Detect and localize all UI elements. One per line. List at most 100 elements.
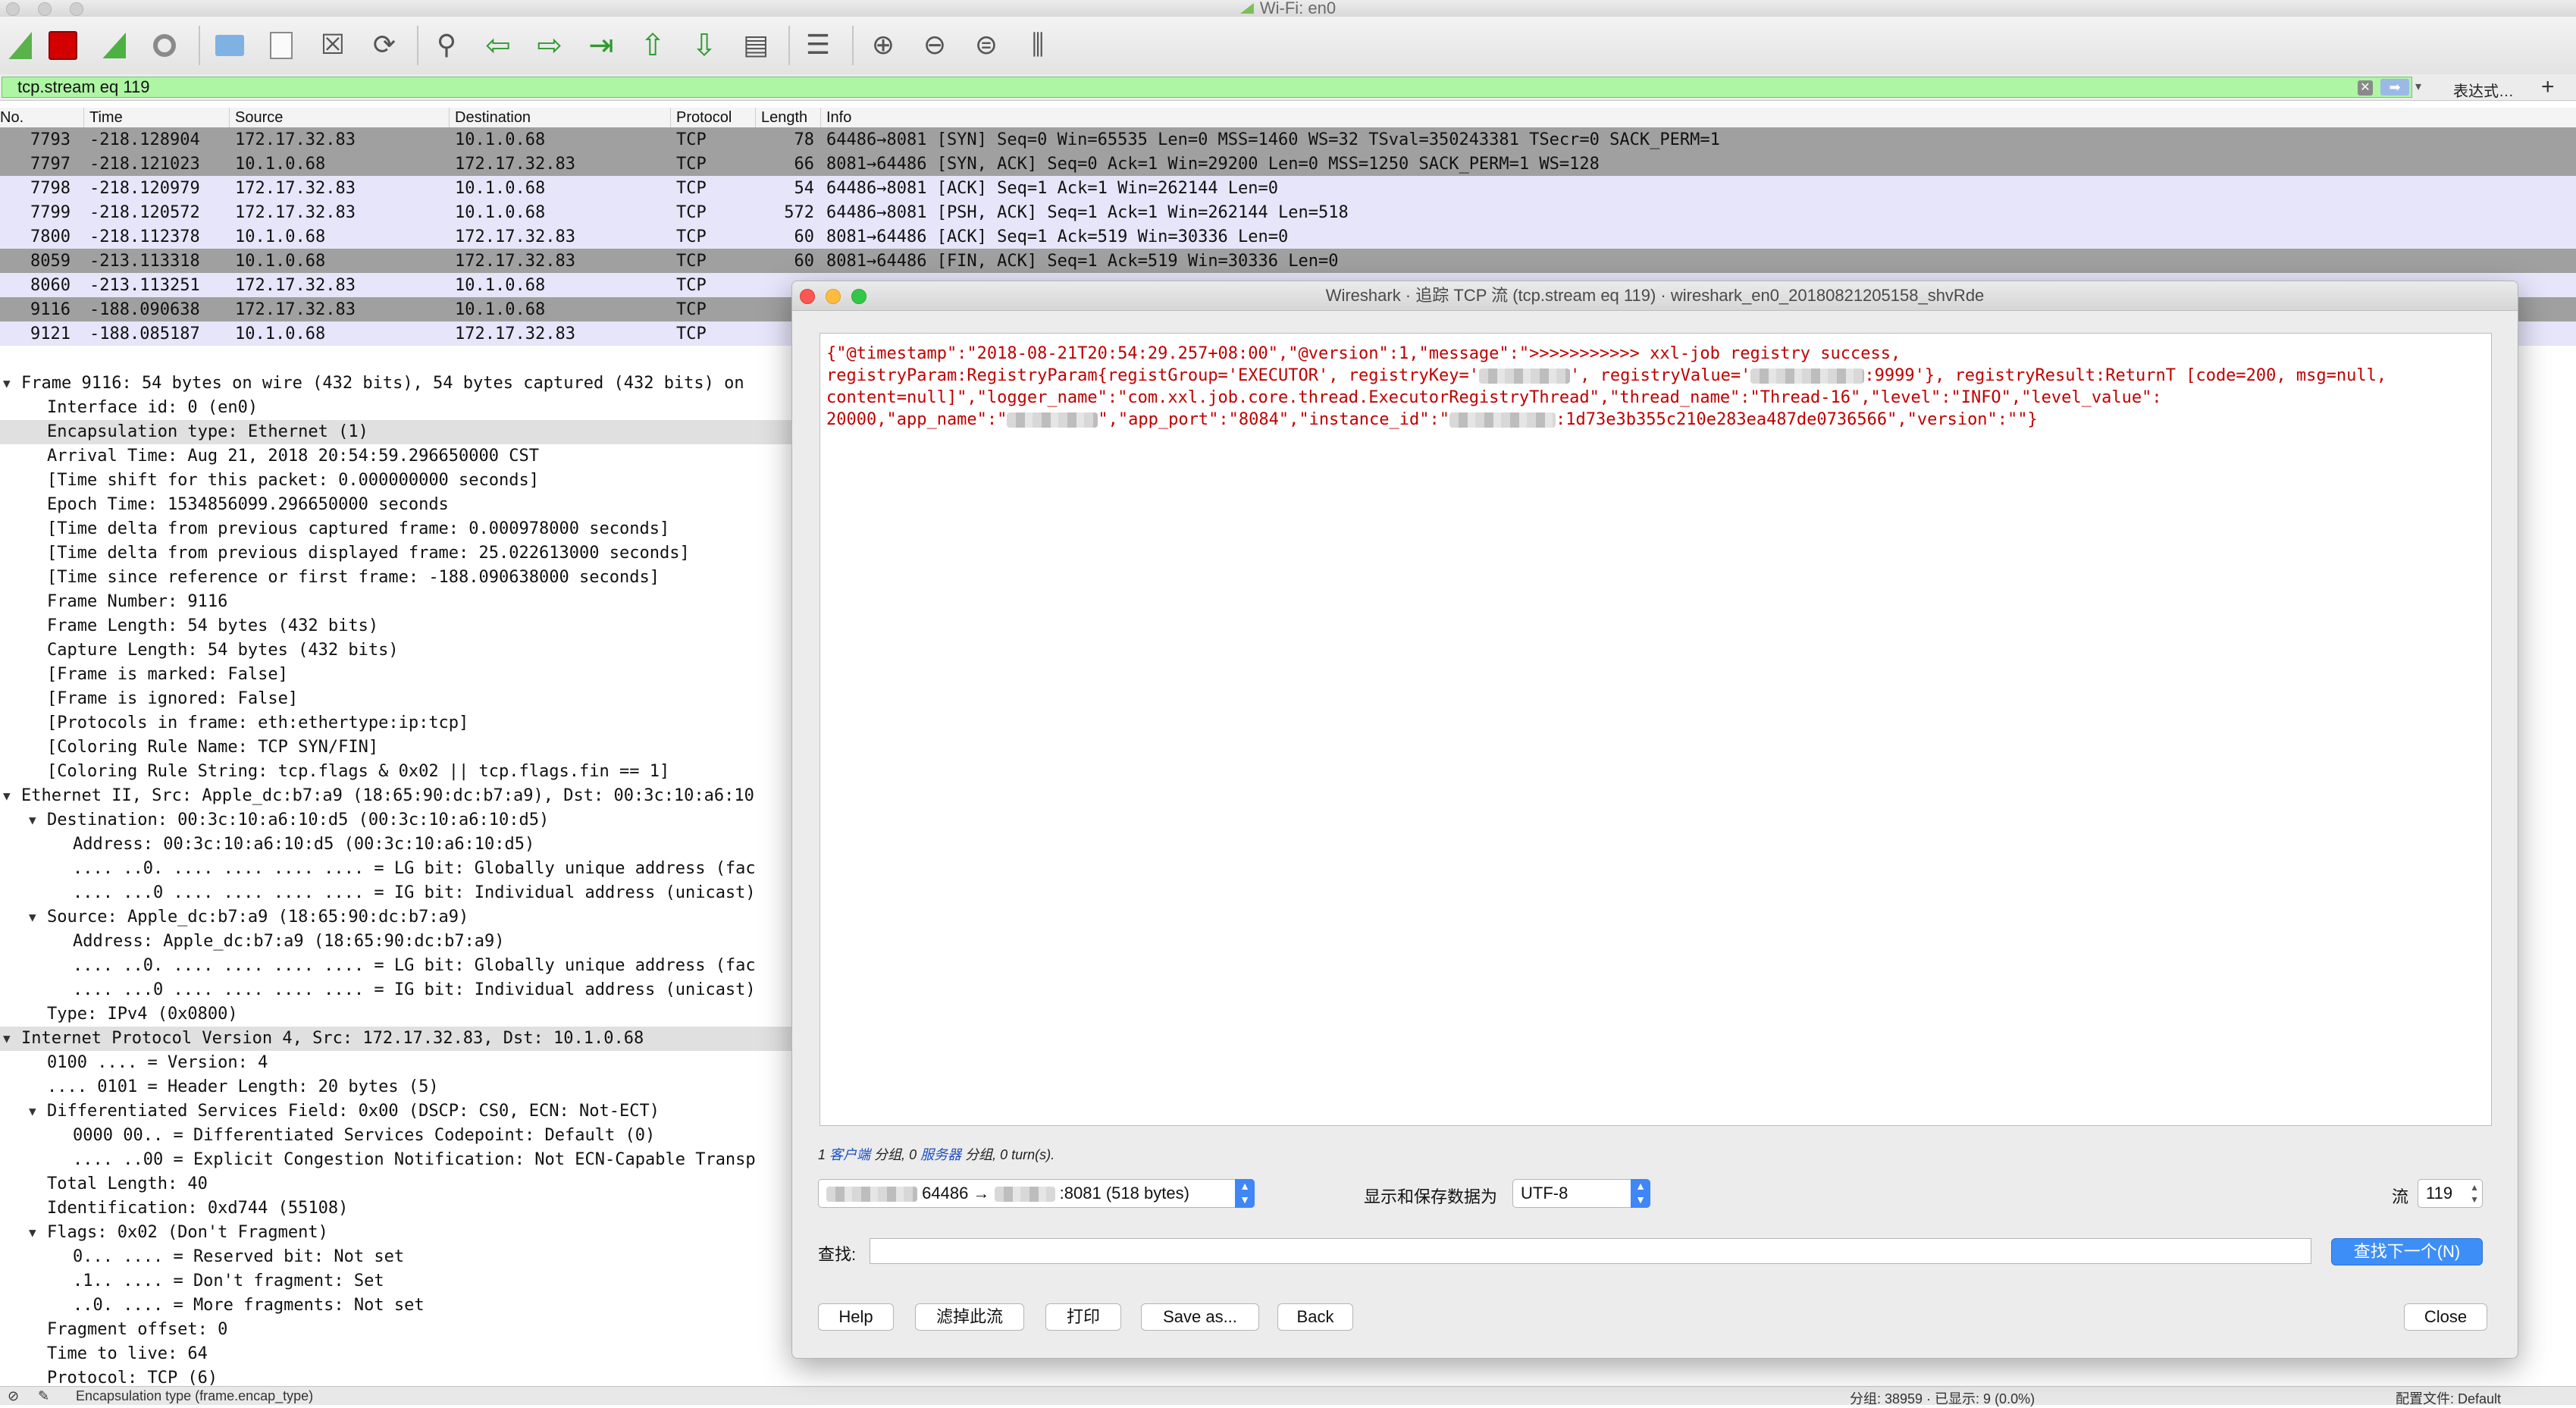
save-file-button[interactable]	[262, 27, 300, 64]
go-last-packet-button[interactable]: ⇩	[685, 27, 723, 64]
column-header-destination[interactable]: Destination	[455, 109, 531, 127]
stream-content-text[interactable]: {"@timestamp":"2018-08-21T20:54:29.257+0…	[819, 333, 2492, 1126]
go-to-packet-button[interactable]: ⇥	[582, 27, 620, 64]
dialog-minimize-button[interactable]	[826, 289, 841, 304]
autoscroll-button[interactable]: ▤	[737, 27, 775, 64]
restart-capture-button[interactable]	[94, 27, 132, 64]
dialog-close-button[interactable]	[800, 289, 815, 304]
help-button[interactable]: Help	[818, 1303, 894, 1331]
detail-tree-item[interactable]: [Time delta from previous displayed fram…	[0, 541, 796, 566]
conversation-direction-select[interactable]: 64486 → :8081 (518 bytes) ▲ ▼	[818, 1179, 1255, 1208]
detail-tree-item[interactable]: ▼ Internet Protocol Version 4, Src: 172.1…	[0, 1027, 796, 1051]
packet-row[interactable]: 8059 -213.113318 10.1.0.68 172.17.32.83 TCP 6…	[0, 249, 2576, 273]
back-button[interactable]: Back	[1277, 1303, 1353, 1331]
filter-expression-button[interactable]: 表达式…	[2453, 79, 2514, 101]
detail-tree-item[interactable]: [Coloring Rule Name: TCP SYN/FIN]	[0, 735, 796, 760]
detail-tree-item[interactable]: Address: 00:3c:10:a6:10:d5 (00:3c:10:a6:…	[0, 833, 796, 857]
detail-tree-item[interactable]: .... ...0 .... .... .... .... = IG bit: …	[0, 978, 796, 1002]
detail-tree-item[interactable]: .... ..00 = Explicit Congestion Notifica…	[0, 1148, 796, 1172]
detail-tree-item[interactable]: 0... .... = Reserved bit: Not set	[0, 1245, 796, 1269]
filter-out-stream-button[interactable]: 滤掉此流	[915, 1303, 1024, 1331]
detail-tree-item[interactable]: ..0. .... = More fragments: Not set	[0, 1294, 796, 1318]
detail-tree-item[interactable]: Time to live: 64	[0, 1342, 796, 1366]
stream-number-spinbox[interactable]: 119 ▲ ▼	[2418, 1179, 2483, 1208]
stepper-icon[interactable]: ▲ ▼	[2470, 1181, 2479, 1206]
print-button[interactable]: 打印	[1045, 1303, 1121, 1331]
resize-columns-button[interactable]: ⫼	[1019, 27, 1057, 64]
zoom-in-button[interactable]: ⊕	[864, 27, 902, 64]
open-file-button[interactable]	[211, 27, 249, 64]
detail-tree-item[interactable]: [Coloring Rule String: tcp.flags & 0x02 …	[0, 760, 796, 784]
detail-tree-item[interactable]: Frame Length: 54 bytes (432 bits)	[0, 614, 796, 638]
close-button[interactable]: Close	[2404, 1303, 2487, 1331]
go-back-button[interactable]: ⇦	[479, 27, 517, 64]
edit-comment-icon[interactable]: ✎	[38, 1388, 49, 1404]
column-header-no[interactable]: No.	[0, 109, 24, 127]
detail-tree-item[interactable]: Total Length: 40	[0, 1172, 796, 1196]
detail-tree-item[interactable]: ▼ Frame 9116: 54 bytes on wire (432 bits)…	[0, 372, 796, 396]
disclosure-triangle-icon[interactable]: ▼	[29, 905, 36, 930]
dialog-zoom-button[interactable]	[851, 289, 867, 304]
detail-tree-item[interactable]: ▼ Source: Apple_dc:b7:a9 (18:65:90:dc:b7:…	[0, 905, 796, 930]
go-forward-button[interactable]: ⇨	[531, 27, 569, 64]
detail-tree-item[interactable]: [Time shift for this packet: 0.000000000…	[0, 469, 796, 493]
close-file-button[interactable]: ☒	[314, 27, 352, 64]
find-next-button[interactable]: 查找下一个(N)	[2331, 1238, 2483, 1265]
add-filter-button[interactable]: +	[2541, 74, 2555, 100]
disclosure-triangle-icon[interactable]: ▼	[29, 808, 36, 833]
disclosure-triangle-icon[interactable]: ▼	[3, 1027, 11, 1051]
detail-tree-item[interactable]: .... ...0 .... .... .... .... = IG bit: …	[0, 881, 796, 905]
zoom-normal-button[interactable]: ⊜	[967, 27, 1005, 64]
detail-tree-item[interactable]: Encapsulation type: Ethernet (1)	[0, 420, 796, 444]
column-header-time[interactable]: Time	[89, 109, 123, 127]
minimize-window-button[interactable]	[38, 2, 52, 16]
column-header-source[interactable]: Source	[235, 109, 283, 127]
column-header-info[interactable]: Info	[826, 109, 851, 127]
detail-tree-item[interactable]: Fragment offset: 0	[0, 1318, 796, 1342]
filter-history-dropdown-icon[interactable]: ▾	[2415, 79, 2421, 94]
disclosure-triangle-icon[interactable]: ▼	[29, 1221, 36, 1245]
packet-row[interactable]: 7797 -218.121023 10.1.0.68 172.17.32.83 TCP 6…	[0, 152, 2576, 176]
detail-tree-item[interactable]: Address: Apple_dc:b7:a9 (18:65:90:dc:b7:…	[0, 930, 796, 954]
detail-tree-item[interactable]: [Time since reference or first frame: -1…	[0, 566, 796, 590]
reload-file-button[interactable]: ⟳	[365, 27, 403, 64]
zoom-out-button[interactable]: ⊖	[916, 27, 954, 64]
detail-tree-item[interactable]: ▼ Flags: 0x02 (Don't Fragment)	[0, 1221, 796, 1245]
detail-tree-item[interactable]: Arrival Time: Aug 21, 2018 20:54:59.2966…	[0, 444, 796, 469]
colorize-button[interactable]: ☰	[799, 27, 837, 64]
detail-tree-item[interactable]: Type: IPv4 (0x0800)	[0, 1002, 796, 1027]
zoom-window-button[interactable]	[70, 2, 83, 16]
detail-tree-item[interactable]: .... ..0. .... .... .... .... = LG bit: …	[0, 857, 796, 881]
close-window-button[interactable]	[6, 2, 20, 16]
detail-tree-item[interactable]: ▼ Destination: 00:3c:10:a6:10:d5 (00:3c:1…	[0, 808, 796, 833]
packet-row[interactable]: 7798 -218.120979 172.17.32.83 10.1.0.68 TCP 5…	[0, 176, 2576, 200]
save-as-button[interactable]: Save as...	[1141, 1303, 1259, 1331]
detail-tree-item[interactable]: Epoch Time: 1534856099.296650000 seconds	[0, 493, 796, 517]
find-input[interactable]	[870, 1238, 2311, 1264]
capture-options-button[interactable]	[146, 27, 183, 64]
encoding-select[interactable]: UTF-8 ▲ ▼	[1512, 1179, 1650, 1208]
display-filter-input[interactable]: tcp.stream eq 119	[2, 77, 2412, 98]
detail-tree-item[interactable]: .... ..0. .... .... .... .... = LG bit: …	[0, 954, 796, 978]
detail-tree-item[interactable]: [Frame is ignored: False]	[0, 687, 796, 711]
clear-filter-icon[interactable]: ✕	[2358, 80, 2373, 96]
detail-tree-item[interactable]: [Time delta from previous captured frame…	[0, 517, 796, 541]
expert-info-icon[interactable]: ⊘	[8, 1388, 19, 1404]
go-first-packet-button[interactable]: ⇧	[634, 27, 672, 64]
detail-tree-item[interactable]: .... 0101 = Header Length: 20 bytes (5)	[0, 1075, 796, 1099]
detail-tree-item[interactable]: [Protocols in frame: eth:ethertype:ip:tc…	[0, 711, 796, 735]
detail-tree-item[interactable]: 0000 00.. = Differentiated Services Code…	[0, 1124, 796, 1148]
detail-tree-item[interactable]: Frame Number: 9116	[0, 590, 796, 614]
column-header-protocol[interactable]: Protocol	[676, 109, 732, 127]
stop-capture-button[interactable]	[44, 27, 82, 64]
packet-row[interactable]: 7793 -218.128904 172.17.32.83 10.1.0.68 TCP 7…	[0, 127, 2576, 152]
find-packet-button[interactable]: ⚲	[428, 27, 465, 64]
disclosure-triangle-icon[interactable]: ▼	[3, 372, 11, 396]
packet-row[interactable]: 7799 -218.120572 172.17.32.83 10.1.0.68 TCP 5…	[0, 200, 2576, 224]
status-profile[interactable]: 配置文件: Default	[2396, 1388, 2501, 1408]
disclosure-triangle-icon[interactable]: ▼	[3, 784, 11, 808]
detail-tree-item[interactable]: 0100 .... = Version: 4	[0, 1051, 796, 1075]
detail-tree-item[interactable]: Identification: 0xd744 (55108)	[0, 1196, 796, 1221]
detail-tree-item[interactable]: Protocol: TCP (6)	[0, 1366, 796, 1386]
detail-tree-item[interactable]: Interface id: 0 (en0)	[0, 396, 796, 420]
